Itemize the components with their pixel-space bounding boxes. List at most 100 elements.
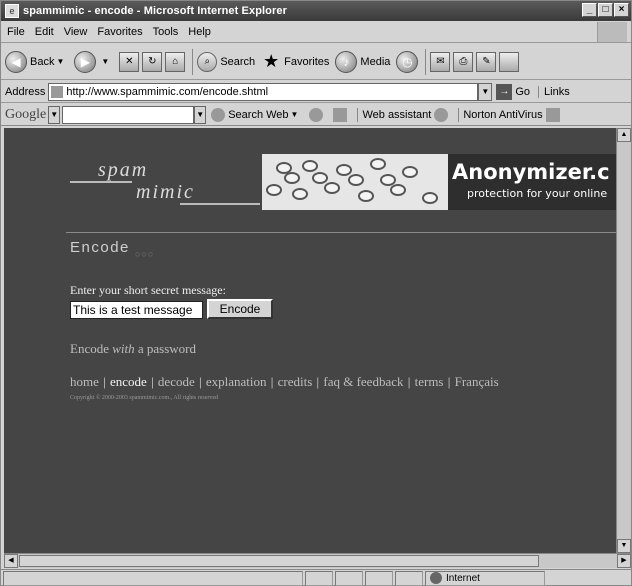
- page-icon: [51, 85, 64, 98]
- web-assistant-label: Web assistant: [362, 108, 432, 121]
- address-url: http://www.spammimic.com/encode.shtml: [66, 85, 269, 98]
- address-label: Address: [5, 85, 46, 98]
- status-cell: [365, 570, 393, 586]
- heading-dots: ○○○: [135, 249, 155, 259]
- nav-link-fran-ais[interactable]: Français: [455, 374, 499, 389]
- scroll-right-icon[interactable]: ▶: [617, 554, 631, 568]
- media-button[interactable]: ♪ Media: [335, 50, 390, 73]
- go-button[interactable]: → Go: [496, 83, 530, 100]
- browser-window: e spammimic - encode - Microsoft Interne…: [0, 0, 632, 586]
- search-web-dropdown-icon[interactable]: ▼: [291, 110, 299, 119]
- back-arrow-icon: ◀: [5, 50, 27, 73]
- google-logo[interactable]: Google: [5, 107, 46, 123]
- toolbar-separator: [425, 48, 427, 75]
- banner-brand: Anonymizer.c: [452, 160, 610, 184]
- anonymizer-banner-ad[interactable]: Anonymizer.c protection for your online: [262, 154, 616, 210]
- search-web-label: Search Web: [228, 108, 289, 121]
- page-info-icon[interactable]: [333, 107, 350, 122]
- banner-tagline: protection for your online: [467, 187, 608, 200]
- web-assistant-button[interactable]: Web assistant: [357, 107, 451, 122]
- nav-link-credits[interactable]: credits: [278, 374, 313, 389]
- menu-edit[interactable]: Edit: [35, 26, 54, 38]
- back-button[interactable]: ◀ Back ▼: [5, 50, 68, 73]
- back-dropdown-icon[interactable]: ▼: [56, 57, 64, 66]
- nav-link-decode[interactable]: decode: [158, 374, 195, 389]
- google-menu-dropdown-icon[interactable]: ▼: [48, 105, 61, 124]
- google-search-input[interactable]: [62, 105, 195, 124]
- menu-view[interactable]: View: [64, 26, 88, 38]
- banner-art: [262, 154, 448, 210]
- spammimic-logo[interactable]: spam mimic: [70, 159, 260, 215]
- binoculars-icon: [211, 107, 226, 122]
- title-bar: e spammimic - encode - Microsoft Interne…: [1, 1, 631, 21]
- search-icon: ⌕: [197, 51, 218, 72]
- heading-divider: [66, 232, 616, 233]
- copyright-notice: Copyright © 2000-2003 spammimic.com., Al…: [70, 395, 219, 401]
- window-title: spammimic - encode - Microsoft Internet …: [23, 5, 287, 17]
- search-button[interactable]: ⌕ Search: [197, 51, 255, 72]
- forward-button[interactable]: ▶ ▼: [74, 50, 113, 73]
- nav-separator: |: [444, 374, 454, 389]
- nav-link-encode[interactable]: encode: [110, 374, 147, 389]
- links-button[interactable]: Links: [538, 85, 570, 98]
- toolbar-separator: [192, 48, 194, 75]
- menu-tools[interactable]: Tools: [153, 26, 179, 38]
- password-link-with: with: [112, 341, 135, 356]
- site-nav: home | encode | decode | explanation | c…: [70, 374, 499, 390]
- menu-favorites[interactable]: Favorites: [97, 26, 142, 38]
- minimize-button[interactable]: _: [582, 3, 597, 17]
- encode-with-password-link[interactable]: Encode with a password: [70, 341, 196, 357]
- scroll-left-icon[interactable]: ◀: [4, 554, 18, 568]
- go-arrow-icon: →: [496, 83, 513, 100]
- nav-separator: |: [147, 374, 157, 389]
- stop-icon[interactable]: ✕: [119, 51, 140, 72]
- ie-icon: e: [5, 4, 19, 18]
- edit-icon[interactable]: ✎: [476, 51, 497, 72]
- password-link-post: a password: [134, 341, 197, 356]
- nav-link-terms[interactable]: terms: [415, 374, 444, 389]
- scroll-down-icon[interactable]: ▼: [617, 539, 631, 553]
- nav-link-home[interactable]: home: [70, 374, 99, 389]
- logo-mimic-text: mimic: [136, 181, 195, 203]
- favorites-button[interactable]: ★ Favorites: [261, 51, 329, 72]
- logo-spam-text: spam: [98, 159, 149, 181]
- page-heading: Encode: [70, 239, 130, 256]
- home-icon[interactable]: ⌂: [165, 51, 186, 72]
- address-bar: Address http://www.spammimic.com/encode.…: [1, 81, 631, 103]
- search-web-button[interactable]: Search Web ▼: [211, 107, 302, 122]
- print-icon[interactable]: ⎙: [453, 51, 474, 72]
- google-toolbar: Google ▼ ▼ Search Web ▼ Web assistant No…: [1, 104, 631, 126]
- maximize-button[interactable]: □: [598, 3, 613, 17]
- discuss-icon[interactable]: [499, 51, 520, 72]
- horizontal-scrollbar[interactable]: ◀ ▶: [4, 553, 631, 568]
- menu-help[interactable]: Help: [188, 26, 211, 38]
- close-button[interactable]: ×: [614, 3, 629, 17]
- refresh-icon[interactable]: ↻: [142, 51, 163, 72]
- address-input[interactable]: http://www.spammimic.com/encode.shtml: [48, 82, 479, 101]
- window-controls: _ □ ×: [582, 3, 629, 17]
- vertical-scrollbar[interactable]: ▲ ▼: [616, 128, 631, 553]
- standard-toolbar: ◀ Back ▼ ▶ ▼ ✕ ↻ ⌂ ⌕ Search ★ Favorites …: [1, 44, 631, 80]
- history-icon[interactable]: ◷: [396, 50, 419, 73]
- norton-icon: [545, 107, 560, 122]
- menu-file[interactable]: File: [7, 26, 25, 38]
- secret-message-input[interactable]: [70, 301, 203, 319]
- scroll-up-icon[interactable]: ▲: [617, 128, 631, 142]
- back-label: Back: [30, 55, 55, 68]
- google-search-dropdown-icon[interactable]: ▼: [194, 105, 207, 124]
- mail-icon[interactable]: ✉: [430, 51, 451, 72]
- encode-button[interactable]: Encode: [207, 299, 273, 319]
- nav-separator: |: [267, 374, 277, 389]
- forward-arrow-icon: ▶: [74, 50, 97, 73]
- address-dropdown-icon[interactable]: ▼: [478, 82, 493, 101]
- nav-separator: |: [313, 374, 323, 389]
- nav-link-explanation[interactable]: explanation: [206, 374, 267, 389]
- media-icon: ♪: [335, 50, 358, 73]
- search-site-icon[interactable]: [309, 107, 326, 122]
- horizontal-scroll-thumb[interactable]: [19, 555, 539, 567]
- forward-dropdown-icon[interactable]: ▼: [101, 57, 109, 66]
- norton-label: Norton AntiVirus: [463, 108, 543, 121]
- nav-link-faq-feedback[interactable]: faq & feedback: [323, 374, 403, 389]
- security-zone: Internet: [425, 570, 545, 586]
- norton-button[interactable]: Norton AntiVirus: [458, 107, 562, 122]
